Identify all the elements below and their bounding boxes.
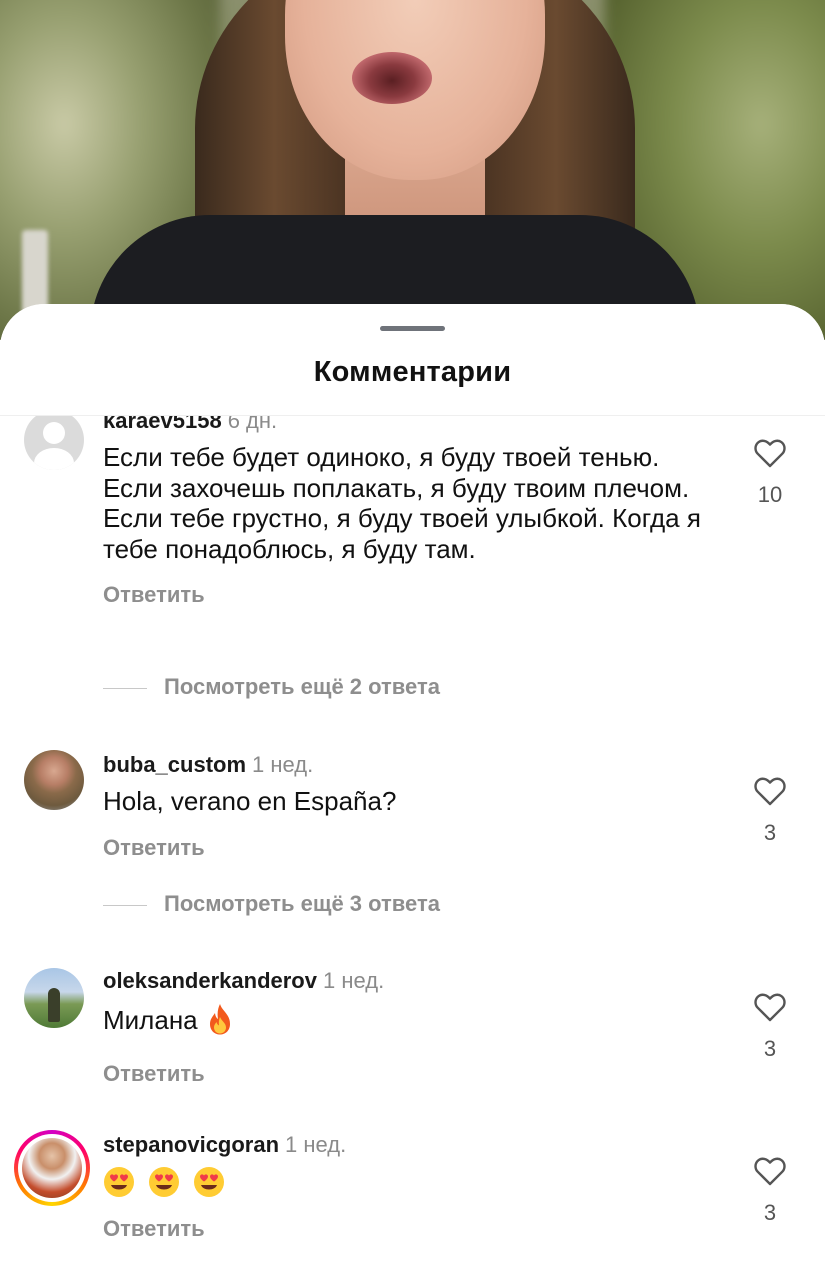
- comment-text: Hola, verano en España?: [103, 786, 397, 816]
- comment-text-content: Милана: [103, 1005, 198, 1036]
- person-mouth: [352, 52, 432, 104]
- like-control: 3: [740, 776, 800, 846]
- view-more-replies[interactable]: Посмотреть ещё 2 ответа: [103, 674, 703, 704]
- comment-meta: buba_custom 1 нед.: [103, 752, 713, 778]
- comment-item: karaev5158 6 дн. Если тебе будет одиноко,…: [0, 416, 825, 696]
- comment-item: buba_custom 1 нед. Hola, verano en España…: [0, 746, 825, 866]
- heart-icon[interactable]: [740, 438, 800, 468]
- comment-text: [103, 1166, 713, 1198]
- user-avatar[interactable]: [22, 1138, 82, 1198]
- heart-icon[interactable]: [740, 1156, 800, 1186]
- comments-sheet: Комментарии karaev5158 6 дн. Если тебе бу…: [0, 304, 825, 1280]
- story-ring[interactable]: [14, 1130, 90, 1206]
- sheet-header: Комментарии: [0, 304, 825, 416]
- user-avatar[interactable]: [24, 416, 84, 470]
- view-more-replies-label[interactable]: Посмотреть ещё 3 ответа: [164, 891, 440, 917]
- drag-handle[interactable]: [380, 326, 445, 331]
- comment-time: 6 дн.: [227, 416, 278, 433]
- user-avatar[interactable]: [24, 968, 84, 1028]
- thread-line: [103, 905, 147, 906]
- like-control: 10: [740, 438, 800, 508]
- like-count: 3: [763, 1200, 777, 1225]
- reply-button[interactable]: Ответить: [103, 1216, 713, 1242]
- comment-item: stepanovicgoran 1 нед. Ответить 3: [0, 1126, 825, 1266]
- comment-username[interactable]: buba_custom: [103, 752, 246, 777]
- default-avatar-icon: [43, 422, 65, 444]
- avatar-figure: [48, 988, 60, 1022]
- like-control: 3: [740, 1156, 800, 1226]
- thread-line: [103, 688, 147, 689]
- heart-icon[interactable]: [740, 776, 800, 806]
- comment-time: 1 нед.: [252, 752, 314, 777]
- view-more-replies[interactable]: Посмотреть ещё 3 ответа: [103, 891, 703, 921]
- comment-item: oleksanderkanderov 1 нед. Милана Ответить: [0, 962, 825, 1086]
- like-count: 10: [757, 482, 783, 507]
- comment-username[interactable]: oleksanderkanderov: [103, 968, 317, 993]
- like-count: 3: [763, 1036, 777, 1061]
- heart-icon[interactable]: [740, 992, 800, 1022]
- view-more-replies-label[interactable]: Посмотреть ещё 2 ответа: [164, 674, 440, 700]
- comment-text: Если тебе будет одиноко, я буду твоей те…: [103, 442, 701, 564]
- reply-button[interactable]: Ответить: [103, 835, 713, 861]
- user-avatar[interactable]: [24, 750, 84, 810]
- comment-username[interactable]: stepanovicgoran: [103, 1132, 279, 1157]
- like-control: 3: [740, 992, 800, 1062]
- sheet-title: Комментарии: [313, 356, 512, 388]
- heart-eyes-emoji-icon: [103, 1166, 135, 1205]
- comment-username[interactable]: karaev5158: [103, 416, 222, 433]
- reply-button[interactable]: Ответить: [103, 1061, 713, 1087]
- comment-time: 1 нед.: [285, 1132, 347, 1157]
- like-count: 3: [763, 820, 777, 845]
- comments-list[interactable]: karaev5158 6 дн. Если тебе будет одиноко,…: [0, 416, 825, 1280]
- fire-emoji-icon: [205, 1002, 235, 1043]
- comment-time: 1 нед.: [322, 968, 385, 993]
- heart-eyes-emoji-icon: [193, 1166, 225, 1205]
- video-background: [0, 0, 825, 340]
- comment-meta: stepanovicgoran 1 нед.: [103, 1132, 713, 1158]
- default-avatar-body: [34, 448, 74, 470]
- heart-eyes-emoji-icon: [148, 1166, 180, 1205]
- comment-meta: karaev5158 6 дн.: [103, 416, 713, 434]
- reply-button[interactable]: Ответить: [103, 582, 713, 608]
- comment-meta: oleksanderkanderov 1 нед.: [103, 968, 713, 994]
- comment-text: Милана: [103, 1002, 713, 1043]
